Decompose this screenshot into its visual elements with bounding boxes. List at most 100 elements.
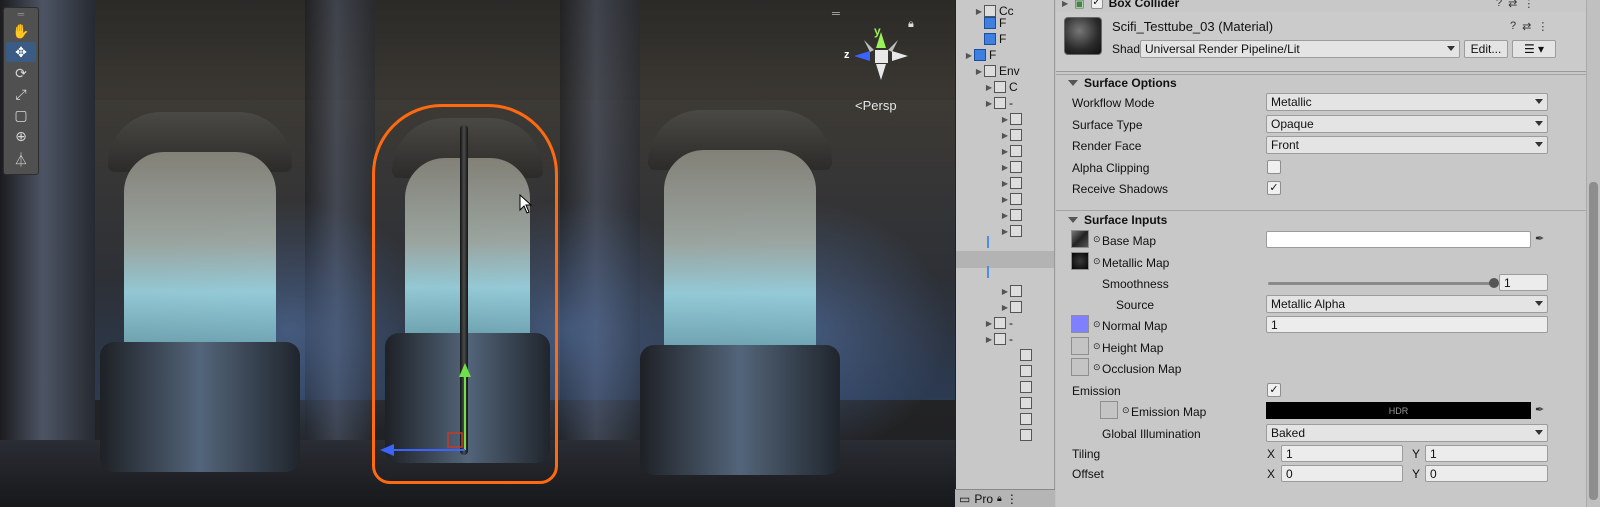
hierarchy-item[interactable]: ▶ [1000, 283, 1025, 299]
height-map-thumbnail[interactable] [1071, 337, 1089, 355]
hierarchy-item[interactable]: ▶ [1000, 207, 1025, 223]
rect-tool-button[interactable]: ▢ [6, 105, 36, 125]
receive-shadows-checkbox[interactable]: ✓ [1267, 181, 1281, 195]
hierarchy-item[interactable]: ▶ [1000, 127, 1025, 143]
smoothness-slider-track[interactable] [1268, 282, 1494, 285]
z-axis-arrow[interactable] [380, 444, 394, 456]
edit-shader-button[interactable]: Edit... [1464, 40, 1508, 58]
y-axis-arrow[interactable] [459, 363, 471, 377]
lock-icon[interactable]: 🔒︎ [908, 18, 914, 31]
offset-y-field[interactable]: 0 [1425, 465, 1548, 482]
hierarchy-item[interactable]: ▶ F [964, 47, 996, 63]
emission-color-hdr-field[interactable]: HDR [1266, 402, 1531, 419]
rotate-tool-button[interactable]: ⟳ [6, 63, 36, 83]
foldout-arrow-icon[interactable]: ▶ [1000, 179, 1010, 188]
texture-picker-icon[interactable]: ⊙ [1093, 256, 1101, 267]
custom-tool-button[interactable]: ⏃ [6, 150, 36, 170]
global-illumination-dropdown[interactable]: Baked [1266, 424, 1548, 442]
surface-inputs-header[interactable]: Surface Inputs [1056, 211, 1586, 229]
alpha-clipping-checkbox[interactable] [1267, 160, 1281, 174]
preset-icon[interactable]: ⇄ [1522, 20, 1531, 33]
smoothness-slider-handle[interactable] [1489, 278, 1499, 288]
emission-map-thumbnail[interactable] [1100, 401, 1118, 419]
hierarchy-item[interactable]: ▶ [1000, 143, 1025, 159]
help-icon[interactable]: ? [1510, 20, 1516, 33]
move-handle-gizmo[interactable] [370, 355, 490, 465]
hierarchy-item[interactable]: ▶ C [984, 79, 1018, 95]
foldout-arrow-icon[interactable]: ▶ [1000, 287, 1010, 296]
shader-dropdown[interactable]: Universal Render Pipeline/Lit [1140, 40, 1460, 58]
texture-picker-icon[interactable]: ⊙ [1122, 405, 1130, 416]
normal-map-thumbnail[interactable] [1071, 315, 1089, 333]
project-tab[interactable]: ▭ Pro 🔒︎ ⋮ [955, 489, 1055, 507]
more-icon[interactable]: ⋮ [1523, 0, 1534, 10]
lock-icon[interactable]: 🔒︎ [997, 493, 1002, 504]
foldout-arrow-icon[interactable]: ▶ [984, 319, 994, 328]
surface-type-dropdown[interactable]: Opaque [1266, 115, 1548, 133]
hierarchy-item[interactable]: ▶ [1000, 223, 1025, 239]
hierarchy-item[interactable]: ▶ [1000, 191, 1025, 207]
hierarchy-item[interactable]: F [974, 31, 1006, 47]
hierarchy-item[interactable]: ▶ [1000, 299, 1025, 315]
box-collider-enabled-checkbox[interactable]: ✓ [1090, 0, 1103, 9]
emission-checkbox[interactable]: ✓ [1267, 383, 1281, 397]
hierarchy-item[interactable]: ▶ [1000, 175, 1025, 191]
hierarchy-item[interactable]: ▶ - [984, 95, 1013, 111]
plane-handle[interactable] [447, 432, 463, 448]
foldout-arrow-icon[interactable]: ▶ [1000, 227, 1010, 236]
hierarchy-item[interactable] [1010, 395, 1035, 411]
hierarchy-item[interactable]: ▶ [1000, 111, 1025, 127]
workflow-mode-dropdown[interactable]: Metallic [1266, 93, 1548, 111]
hierarchy-item[interactable]: ▶ Env [974, 63, 1020, 79]
projection-toggle[interactable]: <Persp [855, 98, 897, 113]
foldout-arrow-icon[interactable]: ▶ [1000, 147, 1010, 156]
hierarchy-item[interactable] [1010, 379, 1035, 395]
base-map-thumbnail[interactable] [1071, 230, 1089, 248]
transform-tool-button[interactable]: ⊕ [6, 126, 36, 146]
tiling-y-field[interactable]: 1 [1425, 445, 1548, 462]
foldout-arrow-icon[interactable]: ▶ [964, 51, 974, 60]
hierarchy-item[interactable] [1010, 411, 1035, 427]
hierarchy-item[interactable]: ▶ - [984, 315, 1013, 331]
smoothness-value-field[interactable]: 1 [1499, 274, 1548, 291]
hierarchy-item[interactable]: ▶ - [984, 331, 1013, 347]
offset-x-field[interactable]: 0 [1281, 465, 1403, 482]
inspector-scrollbar[interactable] [1586, 0, 1600, 507]
hierarchy-item[interactable] [1010, 427, 1035, 443]
base-map-color-field[interactable] [1266, 231, 1531, 248]
scene-menu-icon[interactable]: ═ [832, 8, 840, 20]
move-tool-button[interactable]: ✥ [6, 42, 36, 62]
foldout-arrow-icon[interactable]: ▶ [1000, 163, 1010, 172]
hierarchy-item[interactable]: F [974, 15, 1006, 31]
foldout-arrow-icon[interactable]: ▶ [974, 67, 984, 76]
render-face-dropdown[interactable]: Front [1266, 136, 1548, 154]
hierarchy-item[interactable]: ▶ [1000, 159, 1025, 175]
texture-picker-icon[interactable]: ⊙ [1093, 234, 1101, 245]
hierarchy-item[interactable] [1010, 363, 1035, 379]
texture-picker-icon[interactable]: ⊙ [1093, 341, 1101, 352]
foldout-arrow-icon[interactable]: ▶ [1000, 211, 1010, 220]
more-icon[interactable]: ⋮ [1537, 20, 1548, 33]
foldout-arrow-icon[interactable]: ▶ [1000, 195, 1010, 204]
hierarchy-panel[interactable]: ▶ Cc F F ▶ F ▶ Env ▶ C ▶ - ▶ ▶ ▶ ▶ ▶ ▶ ▶ ▶ ▶ ▶ ▶ - ▶ - [955, 0, 1055, 507]
scrollbar-thumb[interactable] [1589, 182, 1598, 500]
foldout-arrow-icon[interactable]: ▶ [1000, 303, 1010, 312]
texture-picker-icon[interactable]: ⊙ [1093, 319, 1101, 330]
scale-tool-button[interactable]: ⤢ [6, 84, 36, 104]
shader-options-button[interactable]: ☰ ▾ [1512, 40, 1556, 58]
eyedropper-icon[interactable]: ✒ [1535, 232, 1549, 246]
surface-options-header[interactable]: Surface Options [1056, 74, 1586, 92]
gizmo-center-cube[interactable] [875, 50, 888, 63]
texture-picker-icon[interactable]: ⊙ [1093, 362, 1101, 373]
scene-view[interactable]: ═ ✋ ✥ ⟳ ⤢ ▢ ⊕ ⏃ ═ y z 🔒︎ <Persp [0, 0, 955, 507]
test-tube-right[interactable] [640, 110, 840, 475]
foldout-arrow-icon[interactable]: ▶ [984, 335, 994, 344]
foldout-arrow-icon[interactable]: ▶ [1062, 0, 1068, 8]
occlusion-map-thumbnail[interactable] [1071, 358, 1089, 376]
test-tube-left[interactable] [100, 112, 300, 472]
metallic-map-thumbnail[interactable] [1071, 252, 1089, 270]
tiling-x-field[interactable]: 1 [1281, 445, 1403, 462]
hierarchy-item[interactable] [1010, 347, 1035, 363]
palette-grip-icon[interactable]: ═ [4, 8, 38, 20]
help-icon[interactable]: ? [1496, 0, 1502, 10]
